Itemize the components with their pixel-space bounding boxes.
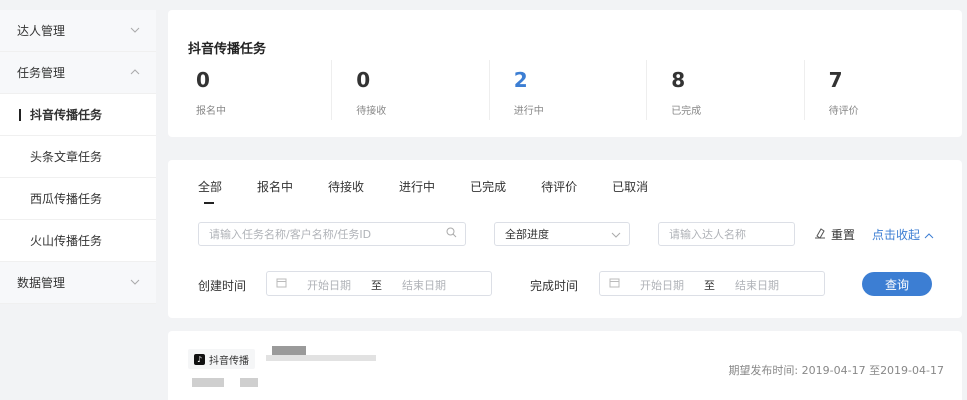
status-tabs: 全部 报名中 待接收 进行中 已完成 待评价 已取消 bbox=[198, 178, 683, 204]
talent-name-input[interactable]: 请输入达人名称 bbox=[658, 222, 795, 246]
created-date-range[interactable]: 开始日期 至 结束日期 bbox=[266, 271, 492, 296]
sidebar-item-huoshan-task[interactable]: 火山传播任务 bbox=[0, 220, 156, 262]
completed-time-label: 完成时间 bbox=[530, 279, 579, 293]
chevron-down-icon bbox=[130, 277, 140, 288]
chevron-up-icon bbox=[130, 67, 140, 78]
chevron-up-icon bbox=[924, 228, 934, 242]
stat-label: 进行中 bbox=[513, 106, 544, 117]
tiktok-icon: ♪ bbox=[194, 353, 205, 365]
sidebar-item-data-management[interactable]: 数据管理 bbox=[0, 262, 156, 304]
stat-pending-accept[interactable]: 0 待接收 bbox=[332, 60, 490, 120]
created-start-date[interactable]: 开始日期 bbox=[307, 277, 351, 293]
sidebar-item-label: 头条文章任务 bbox=[30, 150, 103, 164]
stat-in-progress[interactable]: 2 进行中 bbox=[490, 60, 648, 120]
task-card: ♪ 抖音传播 期望发布时间: 2019-04-17 至2019-04-17 bbox=[168, 331, 962, 400]
sidebar-item-xigua-task[interactable]: 西瓜传播任务 bbox=[0, 178, 156, 220]
page-title: 抖音传播任务 bbox=[188, 42, 267, 57]
reset-label: 重置 bbox=[831, 228, 856, 242]
stat-value: 8 bbox=[671, 68, 686, 92]
stats-card: 抖音传播任务 0 报名中 0 待接收 2 进行中 8 已完成 7 待评价 bbox=[168, 10, 962, 137]
progress-select[interactable]: 全部进度 bbox=[494, 222, 630, 246]
stat-pending-review[interactable]: 7 待评价 bbox=[805, 60, 962, 120]
search-input[interactable]: 请输入任务名称/客户名称/任务ID bbox=[198, 222, 466, 246]
sidebar-item-label: 火山传播任务 bbox=[30, 234, 103, 248]
stat-value: 0 bbox=[196, 68, 210, 92]
stat-completed[interactable]: 8 已完成 bbox=[647, 60, 805, 120]
completed-range-sep: 至 bbox=[704, 279, 715, 292]
created-end-date[interactable]: 结束日期 bbox=[402, 277, 446, 293]
reset-button[interactable]: 重置 bbox=[814, 226, 855, 243]
sidebar-item-douyin-task[interactable]: 抖音传播任务 bbox=[0, 94, 156, 136]
redacted-text bbox=[240, 378, 258, 387]
chevron-down-icon bbox=[611, 228, 621, 241]
sidebar-item-task-management[interactable]: 任务管理 bbox=[0, 52, 156, 94]
redacted-text bbox=[192, 378, 224, 387]
stat-value: 7 bbox=[828, 68, 843, 92]
tab-all[interactable]: 全部 bbox=[198, 178, 222, 204]
tab-signing-up[interactable]: 报名中 bbox=[257, 178, 293, 195]
platform-tag: ♪ 抖音传播 bbox=[188, 349, 255, 369]
stat-label: 待接收 bbox=[356, 106, 387, 117]
sidebar-item-label: 任务管理 bbox=[17, 66, 66, 80]
completed-start-date[interactable]: 开始日期 bbox=[640, 277, 684, 293]
calendar-icon bbox=[609, 277, 620, 291]
tab-pending-accept[interactable]: 待接收 bbox=[328, 178, 364, 195]
sidebar-item-label: 西瓜传播任务 bbox=[30, 192, 103, 206]
sidebar-item-label: 达人管理 bbox=[17, 24, 66, 38]
tab-in-progress[interactable]: 进行中 bbox=[399, 178, 435, 195]
sidebar-item-label: 数据管理 bbox=[17, 276, 66, 290]
created-range-sep: 至 bbox=[371, 279, 382, 292]
tab-completed[interactable]: 已完成 bbox=[470, 178, 506, 195]
stat-value: 2 bbox=[513, 68, 528, 92]
release-time: 期望发布时间: 2019-04-17 至2019-04-17 bbox=[728, 364, 944, 377]
filter-card: 全部 报名中 待接收 进行中 已完成 待评价 已取消 请输入任务名称/客户名称/… bbox=[168, 160, 962, 318]
stat-label: 报名中 bbox=[196, 106, 226, 117]
query-button[interactable]: 查询 bbox=[862, 272, 932, 296]
sidebar: 达人管理 任务管理 抖音传播任务 头条文章任务 西瓜传播任务 火山传播任务 数据… bbox=[0, 10, 156, 304]
search-placeholder: 请输入任务名称/客户名称/任务ID bbox=[209, 228, 372, 241]
stat-signing-up[interactable]: 0 报名中 bbox=[196, 60, 333, 120]
eraser-icon bbox=[814, 227, 826, 242]
sidebar-item-talent-management[interactable]: 达人管理 bbox=[0, 10, 156, 52]
progress-select-value: 全部进度 bbox=[505, 228, 549, 241]
redacted-text bbox=[266, 355, 376, 361]
chevron-down-icon bbox=[130, 25, 140, 36]
completed-date-range[interactable]: 开始日期 至 结束日期 bbox=[599, 271, 825, 296]
tab-cancelled[interactable]: 已取消 bbox=[612, 178, 648, 195]
tab-pending-review[interactable]: 待评价 bbox=[541, 178, 577, 195]
talent-placeholder: 请输入达人名称 bbox=[669, 228, 746, 241]
search-icon bbox=[446, 227, 457, 241]
stat-value: 0 bbox=[356, 68, 371, 92]
created-time-label: 创建时间 bbox=[198, 279, 247, 293]
collapse-button[interactable]: 点击收起 bbox=[872, 226, 934, 243]
stat-label: 已完成 bbox=[671, 106, 702, 117]
completed-end-date[interactable]: 结束日期 bbox=[735, 277, 779, 293]
stat-label: 待评价 bbox=[828, 106, 859, 117]
sidebar-item-label: 抖音传播任务 bbox=[30, 108, 103, 122]
stats-row: 0 报名中 0 待接收 2 进行中 8 已完成 7 待评价 bbox=[168, 60, 962, 120]
sidebar-item-toutiao-task[interactable]: 头条文章任务 bbox=[0, 136, 156, 178]
platform-label: 抖音传播 bbox=[209, 355, 249, 367]
collapse-label: 点击收起 bbox=[872, 228, 921, 242]
calendar-icon bbox=[276, 277, 287, 291]
